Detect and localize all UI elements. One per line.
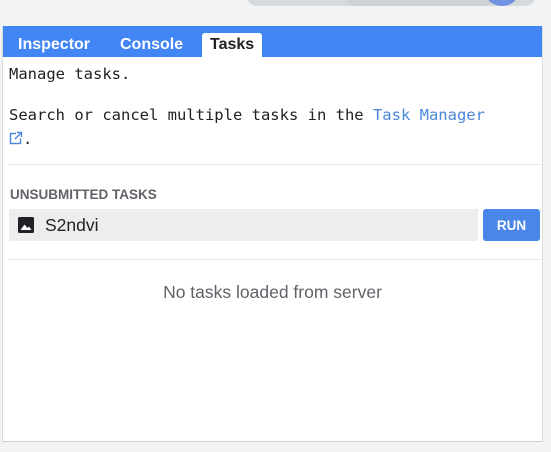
image-icon xyxy=(18,217,34,233)
divider xyxy=(9,259,541,260)
top-strip xyxy=(0,0,551,26)
task-manager-link[interactable]: Task Manager xyxy=(373,106,485,124)
tab-bar: Inspector Console Tasks xyxy=(3,26,542,57)
tasks-panel: Inspector Console Tasks Manage tasks. Se… xyxy=(2,26,543,442)
external-link-icon[interactable] xyxy=(9,131,23,145)
tab-inspector[interactable]: Inspector xyxy=(10,33,98,57)
period: . xyxy=(23,130,33,148)
server-tasks-message: No tasks loaded from server xyxy=(163,282,382,302)
search-pill-inner xyxy=(345,0,495,6)
link-icon-line: . xyxy=(9,130,32,148)
run-button[interactable]: RUN xyxy=(483,209,540,241)
tab-console[interactable]: Console xyxy=(112,33,191,57)
task-name: S2ndvi xyxy=(45,215,99,235)
manage-tasks-text: Manage tasks. xyxy=(9,65,131,83)
unsubmitted-tasks-title: UNSUBMITTED TASKS xyxy=(10,187,157,202)
tab-tasks[interactable]: Tasks xyxy=(202,33,263,57)
task-row[interactable]: S2ndvi xyxy=(9,209,478,241)
search-cancel-prefix: Search or cancel multiple tasks in the xyxy=(9,106,373,124)
divider xyxy=(9,164,541,165)
search-cancel-text: Search or cancel multiple tasks in the T… xyxy=(9,106,485,124)
